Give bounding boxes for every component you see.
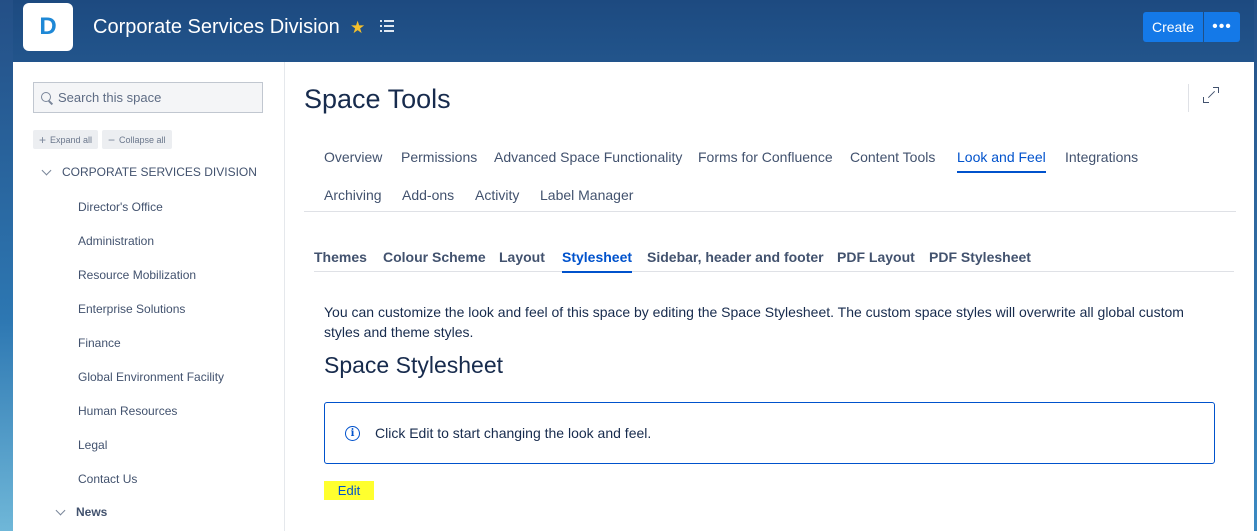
tab-activity[interactable]: Activity — [475, 187, 519, 203]
tab-content-tools[interactable]: Content Tools — [850, 149, 935, 165]
sidebar-item-human-resources[interactable]: Human Resources — [78, 404, 177, 418]
background-left-edge — [0, 0, 13, 531]
expand-all-label: Expand all — [50, 134, 93, 145]
collapse-all-button[interactable]: − Collapse all — [102, 130, 172, 149]
divider — [1188, 84, 1189, 112]
info-message: Click Edit to start changing the look an… — [375, 425, 652, 441]
sidebar-item-news-label: News — [76, 505, 108, 519]
page-title: Space Tools — [304, 84, 451, 114]
stylesheet-description: You can customize the look and feel of t… — [324, 304, 1184, 340]
tab-forms-for-confluence[interactable]: Forms for Confluence — [698, 149, 833, 165]
edit-button[interactable]: Edit — [324, 481, 374, 500]
expand-all-button[interactable]: + Expand all — [33, 130, 99, 149]
main-panel: + Expand all − Collapse all CORPORATE SE… — [13, 62, 1254, 531]
search-box[interactable] — [33, 82, 263, 113]
tab-integrations[interactable]: Integrations — [1065, 149, 1138, 165]
sidebar-item-legal[interactable]: Legal — [78, 438, 107, 452]
subtab-pdf-layout[interactable]: PDF Layout — [837, 249, 915, 265]
plus-icon: + — [39, 132, 47, 147]
chevron-down-icon[interactable] — [55, 505, 66, 515]
sidebar-item-administration[interactable]: Administration — [78, 234, 154, 248]
chevron-down-icon[interactable] — [41, 165, 52, 175]
space-sidebar: + Expand all − Collapse all CORPORATE SE… — [13, 62, 285, 531]
sidebar-item-resource-mobilization[interactable]: Resource Mobilization — [78, 268, 196, 282]
sidebar-item-news[interactable]: News — [55, 505, 108, 519]
space-title[interactable]: Corporate Services Division — [93, 16, 340, 39]
subtab-pdf-stylesheet[interactable]: PDF Stylesheet — [929, 249, 1031, 265]
space-header: D Corporate Services Division ★ Create •… — [0, 0, 1257, 62]
tree-root-item[interactable]: CORPORATE SERVICES DIVISION — [41, 165, 257, 179]
list-icon[interactable] — [380, 19, 394, 33]
subtab-themes[interactable]: Themes — [314, 249, 367, 265]
tab-permissions[interactable]: Permissions — [401, 149, 477, 165]
create-button[interactable]: Create — [1143, 12, 1203, 42]
star-icon[interactable]: ★ — [350, 18, 365, 38]
tab-overview[interactable]: Overview — [324, 149, 382, 165]
sidebar-item-finance[interactable]: Finance — [78, 336, 121, 350]
sidebar-item-contact-us[interactable]: Contact Us — [78, 472, 137, 486]
space-logo[interactable]: D — [23, 3, 73, 51]
search-input[interactable] — [58, 90, 253, 105]
sidebar-item-directors-office[interactable]: Director's Office — [78, 200, 163, 214]
subtab-stylesheet[interactable]: Stylesheet — [562, 249, 633, 273]
tab-archiving[interactable]: Archiving — [324, 187, 382, 203]
search-icon — [41, 91, 53, 104]
content-area: Space Tools Overview Permissions Advance… — [304, 62, 1254, 531]
look-and-feel-subtabs: Themes Colour Scheme Layout Stylesheet S… — [314, 240, 1234, 273]
info-message-box: i Click Edit to start changing the look … — [324, 402, 1215, 464]
collapse-all-label: Collapse all — [119, 134, 166, 145]
sidebar-item-global-environment-facility[interactable]: Global Environment Facility — [78, 370, 224, 384]
sidebar-item-enterprise-solutions[interactable]: Enterprise Solutions — [78, 302, 185, 316]
expand-icon[interactable] — [1203, 87, 1219, 103]
more-actions-button[interactable]: ••• — [1204, 12, 1240, 42]
tree-root-label: CORPORATE SERVICES DIVISION — [62, 165, 257, 179]
info-icon: i — [345, 425, 360, 441]
minus-icon: − — [108, 132, 116, 147]
subtab-layout[interactable]: Layout — [499, 249, 545, 265]
section-title: Space Stylesheet — [324, 352, 504, 378]
subtab-colour-scheme[interactable]: Colour Scheme — [383, 249, 486, 265]
space-tools-tabs: Overview Permissions Advanced Space Func… — [304, 134, 1236, 212]
tab-look-and-feel[interactable]: Look and Feel — [957, 149, 1046, 173]
tab-add-ons[interactable]: Add-ons — [402, 187, 454, 203]
tab-advanced-space-functionality[interactable]: Advanced Space Functionality — [494, 149, 682, 165]
tab-label-manager[interactable]: Label Manager — [540, 187, 633, 203]
subtab-sidebar-header-footer[interactable]: Sidebar, header and footer — [647, 249, 824, 265]
